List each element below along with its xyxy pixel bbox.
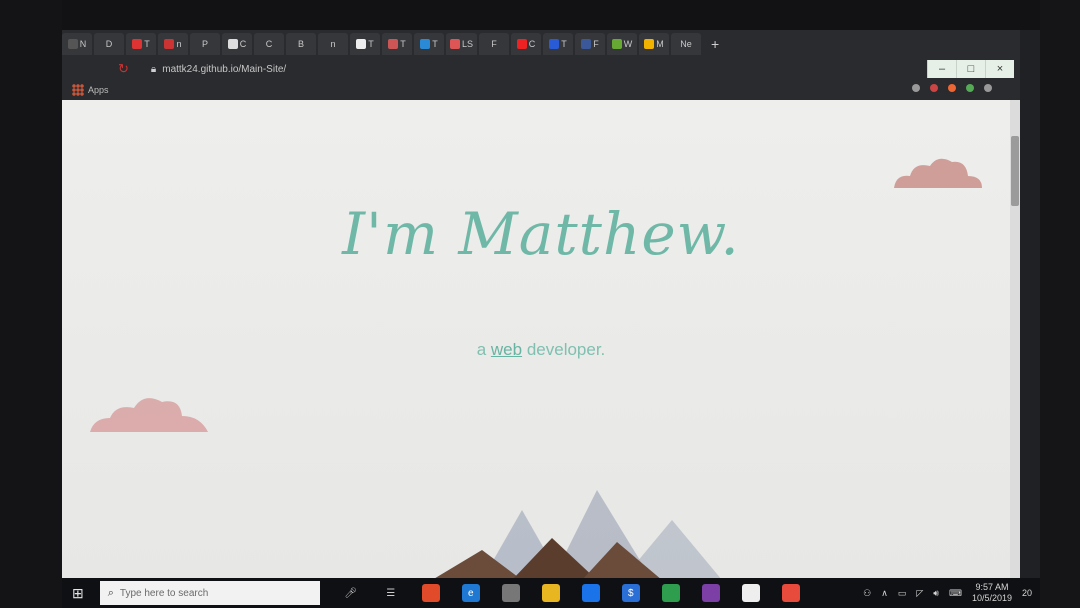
clock[interactable]: 9:57 AM 10/5/2019 (972, 582, 1012, 604)
browser-tab[interactable]: LS (446, 33, 478, 55)
extension-icon[interactable] (966, 84, 974, 92)
search-icon: ⌕ (107, 586, 114, 599)
chevron-up-icon[interactable]: ∧ (881, 588, 888, 599)
apps-bookmark[interactable]: Apps (88, 85, 109, 95)
app-icon[interactable] (581, 584, 600, 602)
browser-tab-strip: N D T n P C C B n T T T LS F C T F W M N… (62, 30, 1020, 58)
browser-tab[interactable]: N (62, 33, 92, 55)
browser-tab[interactable]: B (286, 33, 316, 55)
close-button[interactable]: × (985, 60, 1014, 78)
favicon-icon (420, 39, 431, 49)
browser-tab[interactable]: n (158, 33, 188, 55)
browser-tab[interactable]: Ne (671, 33, 702, 55)
bezel-right (1040, 0, 1080, 608)
window-controls: – □ × (927, 60, 1014, 78)
browser-tab[interactable]: T (543, 33, 574, 55)
favicon-icon (388, 39, 399, 49)
browser-tab[interactable]: T (126, 33, 156, 55)
extension-icon[interactable] (948, 84, 956, 92)
favicon-icon (644, 39, 655, 49)
favicon-icon (227, 39, 238, 49)
browser-tab[interactable]: C (222, 33, 252, 55)
cloud-decoration (90, 398, 208, 432)
windows-taskbar: ⊞ ⌕ Type here to search 🎤︎ ☰ e $ ⚇ ∧ ▭ ◸… (62, 578, 1040, 608)
favicon-icon (132, 39, 143, 49)
scrollbar-thumb[interactable] (1011, 136, 1019, 206)
favicon-icon (549, 39, 560, 49)
favicon-icon (67, 39, 78, 49)
browser-tab[interactable]: M (639, 33, 670, 55)
browser-tab[interactable]: F (575, 33, 606, 55)
browser-tab[interactable]: T (382, 33, 412, 55)
search-placeholder: Type here to search (119, 587, 209, 599)
favicon-icon (516, 39, 527, 49)
minimize-button[interactable]: – (927, 60, 956, 78)
battery-icon[interactable]: ▭ (898, 588, 907, 599)
mountains-illustration (435, 490, 721, 578)
edge-icon[interactable]: e (461, 584, 480, 602)
browser-tab[interactable]: C (511, 33, 542, 55)
browser-tab[interactable]: T (414, 33, 444, 55)
system-tray: ⚇ ∧ ▭ ◸ 🔊︎ ⌨ 9:57 AM 10/5/2019 20 (863, 578, 1032, 608)
new-tab-button[interactable]: + (703, 36, 727, 52)
hero-subtitle: a web developer. (62, 340, 1020, 360)
extension-icons (912, 84, 992, 92)
keyboard-icon[interactable]: ⌨ (949, 588, 962, 599)
hero-title: I'm Matthew. (342, 200, 740, 268)
favicon-icon (356, 39, 367, 49)
address-bar[interactable]: mattk24.github.io/Main-Site/ (162, 64, 286, 75)
web-page: I'm Matthew. a web developer. (62, 100, 1020, 578)
bezel-left (0, 0, 62, 608)
clock-date: 10/5/2019 (971, 593, 1012, 603)
profile-icon[interactable] (984, 84, 992, 92)
subtitle-suffix: developer. (526, 340, 606, 359)
app-icon[interactable] (661, 584, 680, 602)
app-icon[interactable] (701, 584, 720, 602)
windows-start-icon[interactable]: ⊞ (72, 585, 84, 602)
browser-tab[interactable]: n (318, 33, 348, 55)
favicon-icon (581, 39, 592, 49)
clock-time: 9:57 AM (975, 582, 1009, 592)
favicon-icon (164, 39, 175, 49)
apps-grid-icon[interactable] (72, 84, 84, 96)
app-icon[interactable] (541, 584, 560, 602)
people-icon[interactable]: ⚇ (863, 588, 871, 599)
store-icon[interactable] (421, 584, 440, 602)
browser-tab[interactable]: P (190, 33, 220, 55)
browser-tab[interactable]: F (479, 33, 510, 55)
reload-icon[interactable]: ↻ (118, 61, 129, 77)
cloud-decoration (894, 158, 982, 188)
browser-toolbar: ↻ 🔒︎ mattk24.github.io/Main-Site/ (62, 58, 1020, 80)
task-view-icon[interactable]: ☰ (382, 584, 400, 602)
chrome-icon[interactable] (781, 584, 800, 602)
favicon-icon (450, 39, 460, 49)
app-icon[interactable]: $ (621, 584, 640, 602)
bookmarks-bar: Apps (62, 80, 1020, 100)
microphone-icon[interactable]: 🎤︎ (342, 584, 360, 602)
bezel-top (0, 0, 1080, 30)
wifi-icon[interactable]: ◸ (916, 588, 923, 599)
browser-tab[interactable]: W (607, 33, 638, 55)
file-explorer-icon[interactable] (501, 584, 520, 602)
page-scrollbar[interactable] (1010, 100, 1020, 578)
browser-tab[interactable]: C (254, 33, 284, 55)
volume-icon[interactable]: 🔊︎ (933, 588, 939, 599)
browser-tab[interactable]: D (94, 33, 124, 55)
lock-icon[interactable]: 🔒︎ (151, 64, 156, 75)
taskbar-search-box[interactable]: ⌕ Type here to search (99, 581, 320, 605)
laptop-screen: N D T n P C C B n T T T LS F C T F W M N… (0, 0, 1080, 608)
extension-icon[interactable] (930, 84, 938, 92)
app-icon[interactable] (741, 584, 760, 602)
notification-count[interactable]: 20 (1022, 588, 1032, 598)
browser-tab[interactable]: T (350, 33, 380, 55)
star-icon[interactable] (912, 84, 920, 92)
maximize-button[interactable]: □ (956, 60, 985, 78)
web-link[interactable]: web (491, 340, 522, 359)
subtitle-prefix: a (476, 340, 487, 359)
favicon-icon (611, 39, 622, 49)
